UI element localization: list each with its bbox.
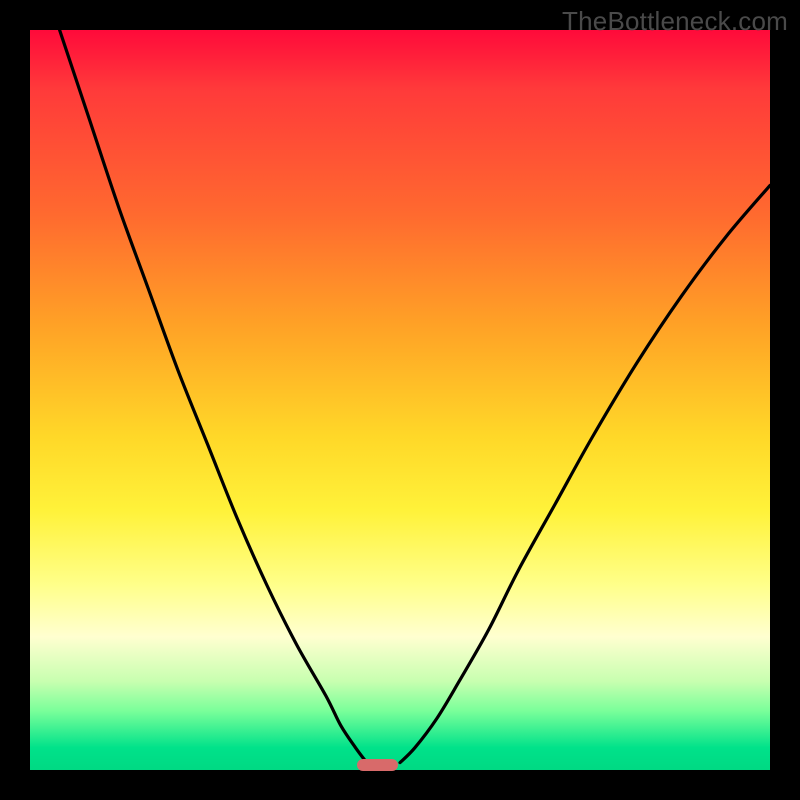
curve-right-branch xyxy=(400,185,770,762)
outer-frame: TheBottleneck.com xyxy=(0,0,800,800)
minimum-marker xyxy=(357,759,398,771)
plot-area xyxy=(30,30,770,770)
curve-left-branch xyxy=(60,30,367,763)
bottleneck-curve xyxy=(30,30,770,770)
watermark-text: TheBottleneck.com xyxy=(562,6,788,37)
